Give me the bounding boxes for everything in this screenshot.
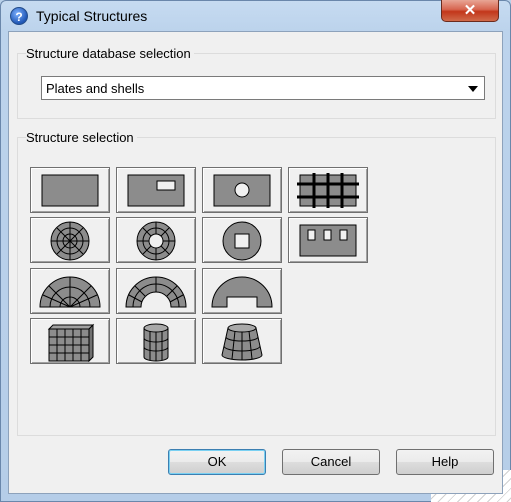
close-button[interactable]: ✕ xyxy=(441,0,499,22)
structure-button-disc-square-hole[interactable] xyxy=(202,217,282,263)
structure-button-plate-circular-hole[interactable] xyxy=(202,167,282,213)
ring-meshed-icon xyxy=(136,221,176,261)
structure-button-disc-meshed[interactable] xyxy=(30,217,110,263)
structure-database-select[interactable]: Plates and shells xyxy=(41,76,485,100)
structure-button-cylinder-meshed[interactable] xyxy=(116,318,196,364)
structure-button-half-disc-meshed[interactable] xyxy=(30,268,110,314)
plate-multiple-holes-icon xyxy=(299,224,357,257)
cone-meshed-icon xyxy=(221,323,263,361)
ok-button[interactable]: OK xyxy=(168,449,266,475)
chevron-down-icon[interactable] xyxy=(468,86,478,92)
half-ring-icon xyxy=(211,276,273,308)
structure-button-cone-meshed[interactable] xyxy=(202,318,282,364)
plate-rectangular-icon xyxy=(41,174,99,207)
structure-button-ring-meshed[interactable] xyxy=(116,217,196,263)
database-group-label: Structure database selection xyxy=(26,46,194,61)
select-value: Plates and shells xyxy=(46,81,145,96)
window-title: Typical Structures xyxy=(36,8,148,24)
structure-button-half-ring-meshed[interactable] xyxy=(116,268,196,314)
plate-circular-hole-icon xyxy=(213,174,271,207)
structure-button-plate-multiple-holes[interactable] xyxy=(288,217,368,263)
half-ring-meshed-icon xyxy=(125,276,187,308)
plate-stiffened-grid-icon xyxy=(297,173,359,208)
structure-button-half-ring[interactable] xyxy=(202,268,282,314)
cancel-button[interactable]: Cancel xyxy=(282,449,380,475)
structure-button-plate-rectangular-hole[interactable] xyxy=(116,167,196,213)
title-bar[interactable]: ? Typical Structures ✕ xyxy=(0,0,511,32)
help-question-icon: ? xyxy=(10,7,28,25)
box-meshed-icon xyxy=(47,323,95,363)
cylinder-meshed-icon xyxy=(143,323,169,362)
half-disc-meshed-icon xyxy=(39,276,101,308)
structure-button-plate-rectangular[interactable] xyxy=(30,167,110,213)
structure-group-label: Structure selection xyxy=(26,130,137,145)
disc-meshed-icon xyxy=(50,221,90,261)
structure-button-plate-stiffened-grid[interactable] xyxy=(288,167,368,213)
plate-rectangular-hole-icon xyxy=(127,174,185,207)
disc-square-hole-icon xyxy=(222,221,262,261)
structure-button-box-meshed[interactable] xyxy=(30,318,110,364)
help-button[interactable]: Help xyxy=(396,449,494,475)
